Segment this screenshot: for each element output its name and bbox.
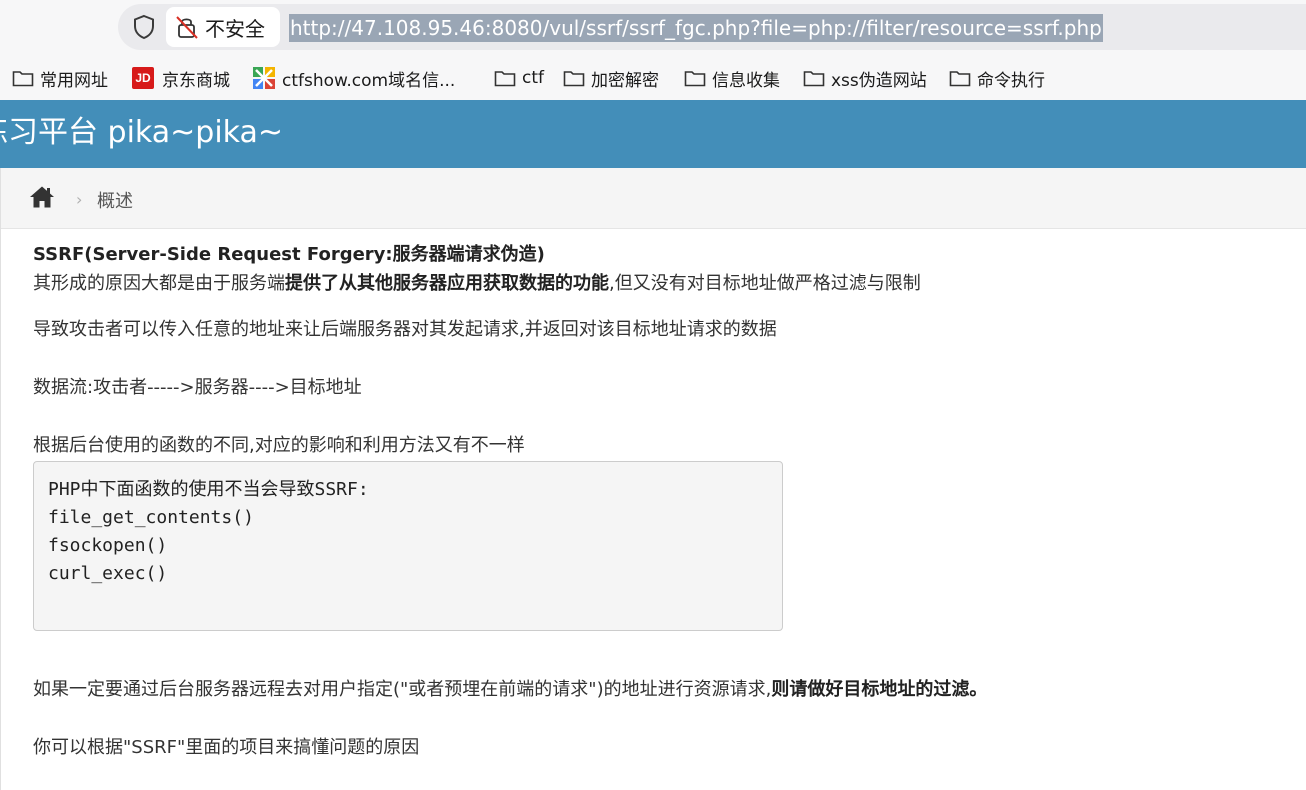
paragraph-1: 其形成的原因大都是由于服务端提供了从其他服务器应用获取数据的功能,但又没有对目标… (33, 271, 921, 297)
p5-a: 如果一定要通过后台服务器远程去对用户指定("或者预埋在前端的请求")的地址进行资… (33, 679, 772, 700)
bookmark-label: 命令执行 (977, 70, 1045, 91)
bookmark-cmd-exec[interactable]: 命令执行 (949, 66, 1045, 91)
bookmark-xss[interactable]: xss伪造网站 (803, 66, 927, 91)
bookmark-crypto[interactable]: 加密解密 (563, 66, 659, 91)
bookmark-ctfshow[interactable]: ctfshow.com域名信... (252, 66, 456, 91)
breadcrumb-separator-icon: › (76, 190, 83, 209)
bookmark-common-sites[interactable]: 常用网址 (12, 66, 108, 91)
folder-icon (563, 71, 585, 87)
code-line: curl_exec() (48, 563, 168, 584)
ctfshow-icon (253, 67, 275, 89)
bookmark-ctf[interactable]: ctf (494, 66, 544, 90)
bookmark-recon[interactable]: 信息收集 (684, 66, 780, 91)
p1-b: 提供了从其他服务器应用获取数据的功能 (285, 273, 609, 294)
paragraph-3: 数据流:攻击者----->服务器---->目标地址 (33, 377, 362, 398)
folder-icon (949, 71, 971, 87)
p1-a: 其形成的原因大都是由于服务端 (33, 273, 285, 294)
paragraph-6: 你可以根据"SSRF"里面的项目来搞懂问题的原因 (33, 737, 420, 758)
p1-c: ,但又没有对目标地址做严格过滤与限制 (609, 273, 921, 294)
insecure-lock-icon (176, 16, 198, 39)
code-line: fsockopen() (48, 535, 168, 556)
bookmark-label: 信息收集 (712, 70, 780, 91)
bookmark-label: ctfshow.com域名信... (282, 70, 456, 91)
folder-icon (684, 71, 706, 87)
folder-icon (12, 71, 34, 87)
bookmark-label: 常用网址 (40, 70, 108, 91)
bookmark-label: xss伪造网站 (831, 70, 927, 91)
paragraph-5: 如果一定要通过后台服务器远程去对用户指定("或者预埋在前端的请求")的地址进行资… (33, 677, 987, 703)
site-title[interactable]: 练习平台 pika~pika~ (0, 113, 283, 153)
bookmark-label: 京东商城 (162, 70, 230, 91)
home-icon[interactable] (29, 185, 55, 209)
code-line: file_get_contents() (48, 507, 254, 528)
p5-b: 则请做好目标地址的过滤。 (771, 679, 988, 700)
breadcrumb (0, 168, 1306, 229)
sidebar-edge (0, 168, 1, 790)
heading-bold: 服务器端请求伪造) (392, 244, 545, 265)
heading-prefix: SSRF(Server-Side Request Forgery: (33, 244, 393, 265)
bookmark-label: ctf (522, 68, 544, 88)
paragraph-4: 根据后台使用的函数的不同,对应的影响和利用方法又有不一样 (33, 435, 525, 456)
paragraph-2: 导致攻击者可以传入任意的地址来让后端服务器对其发起请求,并返回对该目标地址请求的… (33, 319, 777, 340)
breadcrumb-current: 概述 (97, 191, 133, 212)
bookmark-jd[interactable]: JD 京东商城 (132, 66, 230, 91)
code-line: PHP中下面函数的使用不当会导致SSRF: (48, 479, 369, 500)
shield-icon[interactable] (131, 14, 157, 40)
url-text[interactable]: http://47.108.95.46:8080/vul/ssrf/ssrf_f… (289, 14, 1103, 42)
folder-icon (803, 71, 825, 87)
folder-icon (494, 71, 516, 87)
jd-icon: JD (132, 67, 154, 89)
bookmark-label: 加密解密 (591, 70, 659, 91)
page-heading: SSRF(Server-Side Request Forgery:服务器端请求伪… (33, 242, 545, 268)
security-label: 不安全 (205, 17, 265, 41)
